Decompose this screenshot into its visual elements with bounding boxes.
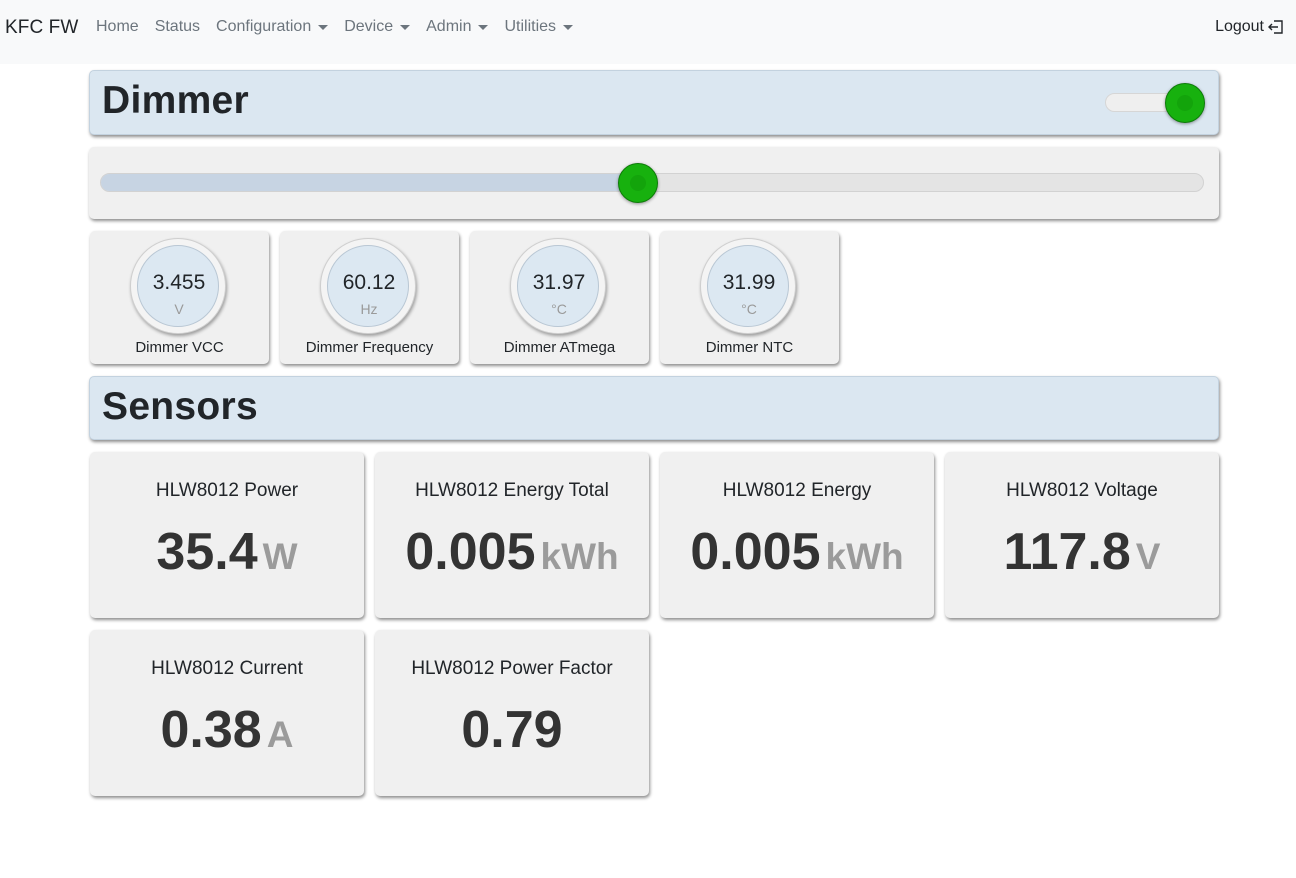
sensor-unit: kWh [825,536,904,577]
dimmer-slider-panel [89,147,1219,219]
sensor-reading: 0.005 kWh [375,522,649,582]
gauge-ring: 3.455 V [130,238,226,334]
dimmer-header: Dimmer [89,70,1219,135]
gauge-face: 31.97 °C [517,245,599,327]
sensor-unit: kWh [540,536,619,577]
gauge-unit: V [174,301,184,317]
sensor-title: HLW8012 Power Factor [411,658,613,679]
logout-icon [1268,20,1283,34]
caret-down-icon [478,24,489,30]
gauge-face: 31.99 °C [707,245,789,327]
nav-item-label: Admin [426,18,472,35]
nav-item-utilities[interactable]: Utilities [504,18,574,36]
sensor-card-energy-total: HLW8012 Energy Total 0.005 kWh [375,452,649,618]
nav-item-home[interactable]: Home [96,18,139,36]
sensor-title: HLW8012 Voltage [1006,480,1158,501]
gauge-value: 31.99 [722,271,776,294]
gauge-value: 3.455 [152,271,206,294]
nav-item-configuration[interactable]: Configuration [216,18,329,36]
sensor-value: 0.005 [405,523,536,581]
sensor-title: HLW8012 Energy [722,480,872,501]
sensor-unit: A [266,714,294,755]
sensor-reading: 0.79 [375,700,649,760]
sensor-value: 35.4 [156,523,258,581]
gauge-unit: °C [741,301,757,317]
sensor-unit: W [262,536,298,577]
gauge-ring: 31.97 °C [510,238,606,334]
slider-fill [101,174,638,191]
logout-label: Logout [1215,18,1264,35]
dimmer-title: Dimmer [102,79,250,122]
sensor-value: 0.38 [160,701,262,759]
caret-down-icon [563,24,574,30]
nav-item-label: Status [154,18,201,35]
dimmer-toggle[interactable] [1105,82,1207,123]
sensor-title: HLW8012 Energy Total [415,480,609,501]
gauge-label: Dimmer Frequency [305,339,434,356]
sensor-card-power: HLW8012 Power 35.4 W [90,452,364,618]
gauge-unit: Hz [360,301,378,317]
brand[interactable]: KFC FW [5,17,78,39]
gauge-label: Dimmer NTC [705,339,794,356]
dimmer-slider[interactable] [100,163,1204,203]
gauge-card-ntc: 31.99 °C Dimmer NTC [660,231,839,364]
nav-item-admin[interactable]: Admin [426,18,489,36]
gauge-face: 60.12 Hz [327,245,409,327]
sensor-card-energy: HLW8012 Energy 0.005 kWh [660,452,934,618]
sensor-reading: 0.38 A [90,700,364,760]
sensor-title: HLW8012 Power [155,480,299,501]
sensor-unit: V [1135,536,1161,577]
sensor-value: 117.8 [1003,523,1131,581]
gauge-card-atmega: 31.97 °C Dimmer ATmega [470,231,649,364]
nav-item-label: Home [96,18,139,35]
nav-menu: Home Status Configuration Device Admin U… [96,18,589,36]
gauge-label: Dimmer VCC [135,339,224,356]
caret-down-icon [400,24,411,30]
navbar: KFC FW Home Status Configuration Device … [0,0,1296,64]
sensor-value: 0.005 [690,523,821,581]
nav-item-status[interactable]: Status [155,18,200,36]
sensor-reading: 117.8 V [945,522,1219,582]
nav-item-device[interactable]: Device [344,18,411,36]
sensor-title: HLW8012 Current [151,658,303,679]
gauge-ring: 31.99 °C [700,238,796,334]
gauge-face: 3.455 V [137,245,219,327]
logout-link[interactable]: Logout [1215,18,1284,36]
sensor-card-voltage: HLW8012 Voltage 117.8 V [945,452,1219,618]
gauge-unit: °C [551,301,567,317]
sensor-reading: 0.005 kWh [660,522,934,582]
slider-handle[interactable] [617,163,658,203]
sensor-reading: 35.4 W [90,522,364,582]
gauge-card-vcc: 3.455 V Dimmer VCC [90,231,269,364]
gauge-label: Dimmer ATmega [503,339,616,356]
caret-down-icon [318,24,329,30]
gauge-value: 31.97 [532,271,586,294]
sensor-card-current: HLW8012 Current 0.38 A [90,630,364,796]
nav-item-label: Utilities [504,18,557,35]
sensors-header: Sensors [89,376,1219,440]
nav-item-label: Device [344,18,394,35]
sensor-card-power-factor: HLW8012 Power Factor 0.79 [375,630,649,796]
gauge-ring: 60.12 Hz [320,238,416,334]
gauge-card-frequency: 60.12 Hz Dimmer Frequency [280,231,459,364]
toggle-knob[interactable] [1165,83,1205,123]
sensors-title: Sensors [102,385,259,428]
sensor-value: 0.79 [461,701,563,759]
nav-item-label: Configuration [216,18,312,35]
gauge-value: 60.12 [342,271,396,294]
